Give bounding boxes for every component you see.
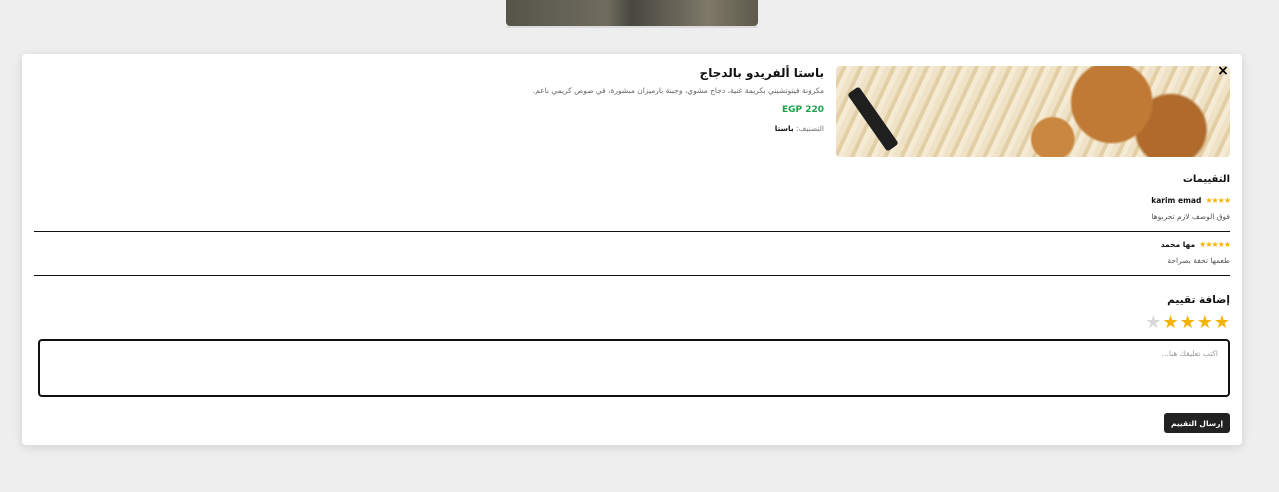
category-label: التصنيف: <box>796 124 824 133</box>
review-text: فوق الوصف لازم تجربوها <box>1151 212 1230 221</box>
dish-price: EGP 220 <box>781 105 824 115</box>
review-divider <box>34 231 1230 232</box>
submit-review-button[interactable]: إرسال التقييم <box>1164 413 1230 433</box>
review-item: ★★★★ karim emad فوق الوصف لازم تجربوها <box>34 196 1231 221</box>
star-icon[interactable]: ★ <box>1214 314 1230 332</box>
review-item: ★★★★★ مها محمد طعمها تحفة بصراحة <box>34 240 1231 265</box>
close-icon[interactable]: × <box>1216 64 1230 78</box>
reviews-heading: التقييمات <box>1182 174 1230 185</box>
comment-field[interactable] <box>38 339 1230 397</box>
star-icon[interactable]: ★ <box>1180 314 1196 332</box>
star-icon[interactable]: ★ <box>1162 314 1178 332</box>
dish-details-modal: × باستا ألفريدو بالدجاج مكرونة فيتوتشيني… <box>22 54 1242 445</box>
star-icon: ★★★★ <box>1205 196 1231 205</box>
dish-info: باستا ألفريدو بالدجاج مكرونة فيتوتشيني ب… <box>364 66 824 133</box>
review-text: طعمها تحفة بصراحة <box>1167 256 1230 265</box>
reviewer-name: مها محمد <box>1160 240 1196 249</box>
dish-category: التصنيف: باستا <box>364 124 824 133</box>
fork-graphic <box>847 86 899 152</box>
dish-title: باستا ألفريدو بالدجاج <box>699 66 824 80</box>
dish-description: مكرونة فيتوتشيني بكريمة غنية، دجاج مشوي،… <box>532 86 824 95</box>
add-review-heading: إضافة تقييم <box>1167 294 1230 306</box>
reviewer-name: karim emad <box>1151 196 1202 205</box>
review-divider <box>34 275 1230 276</box>
star-icon[interactable]: ★ <box>1197 314 1213 332</box>
star-icon[interactable]: ★ <box>1145 314 1161 332</box>
category-value: باستا <box>774 124 794 133</box>
dish-image <box>836 66 1230 157</box>
rating-input[interactable]: ★ ★ ★ ★ ★ <box>1145 314 1230 332</box>
background-dish-thumbnails <box>506 0 758 28</box>
star-icon: ★★★★★ <box>1199 240 1231 249</box>
